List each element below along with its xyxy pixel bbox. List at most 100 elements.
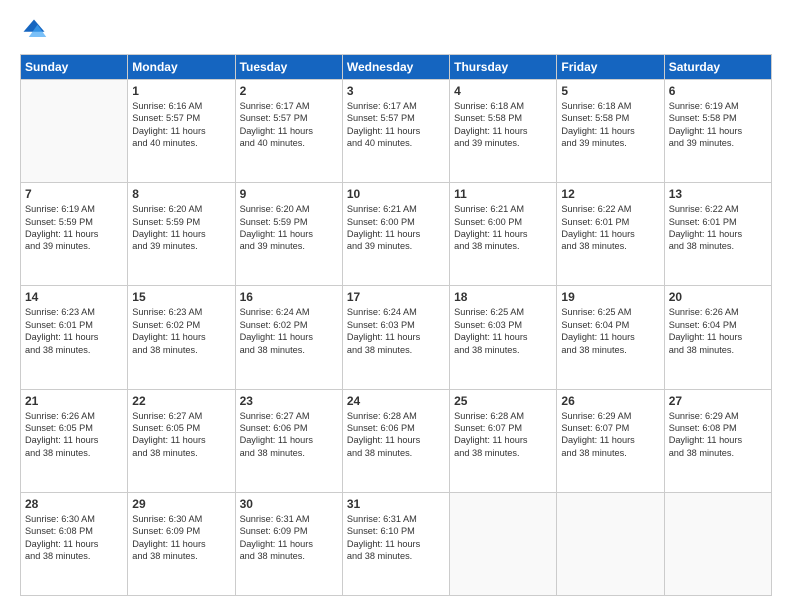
- cell-content: Sunrise: 6:17 AMSunset: 5:57 PMDaylight:…: [240, 100, 338, 150]
- calendar-cell: 6 Sunrise: 6:19 AMSunset: 5:58 PMDaylight…: [664, 80, 771, 183]
- weekday-sunday: Sunday: [21, 55, 128, 80]
- cell-content: Sunrise: 6:18 AMSunset: 5:58 PMDaylight:…: [454, 100, 552, 150]
- cell-content: Sunrise: 6:25 AMSunset: 6:03 PMDaylight:…: [454, 306, 552, 356]
- calendar-cell: 30 Sunrise: 6:31 AMSunset: 6:09 PMDayligh…: [235, 492, 342, 595]
- cell-content: Sunrise: 6:26 AMSunset: 6:05 PMDaylight:…: [25, 410, 123, 460]
- calendar-cell: 12 Sunrise: 6:22 AMSunset: 6:01 PMDayligh…: [557, 183, 664, 286]
- calendar-cell: 25Sunrise: 6:28 AMSunset: 6:07 PMDayligh…: [450, 389, 557, 492]
- cell-content: Sunrise: 6:21 AMSunset: 6:00 PMDaylight:…: [347, 203, 445, 253]
- calendar-cell: [557, 492, 664, 595]
- day-number: 19: [561, 290, 659, 304]
- calendar-table: SundayMondayTuesdayWednesdayThursdayFrid…: [20, 54, 772, 596]
- calendar-cell: 27 Sunrise: 6:29 AMSunset: 6:08 PMDayligh…: [664, 389, 771, 492]
- cell-content: Sunrise: 6:17 AMSunset: 5:57 PMDaylight:…: [347, 100, 445, 150]
- day-number: 10: [347, 187, 445, 201]
- weekday-saturday: Saturday: [664, 55, 771, 80]
- weekday-header-row: SundayMondayTuesdayWednesdayThursdayFrid…: [21, 55, 772, 80]
- cell-content: Sunrise: 6:19 AMSunset: 5:58 PMDaylight:…: [669, 100, 767, 150]
- day-number: 31: [347, 497, 445, 511]
- day-number: 29: [132, 497, 230, 511]
- calendar-week-1: 1 Sunrise: 6:16 AMSunset: 5:57 PMDaylight…: [21, 80, 772, 183]
- calendar-cell: 28 Sunrise: 6:30 AMSunset: 6:08 PMDayligh…: [21, 492, 128, 595]
- calendar-cell: [664, 492, 771, 595]
- calendar-cell: 2Sunrise: 6:17 AMSunset: 5:57 PMDaylight…: [235, 80, 342, 183]
- day-number: 5: [561, 84, 659, 98]
- header: [20, 16, 772, 44]
- calendar-week-2: 7Sunrise: 6:19 AMSunset: 5:59 PMDaylight…: [21, 183, 772, 286]
- weekday-monday: Monday: [128, 55, 235, 80]
- calendar-week-3: 14 Sunrise: 6:23 AMSunset: 6:01 PMDayligh…: [21, 286, 772, 389]
- day-number: 15: [132, 290, 230, 304]
- calendar-cell: 21Sunrise: 6:26 AMSunset: 6:05 PMDayligh…: [21, 389, 128, 492]
- cell-content: Sunrise: 6:20 AMSunset: 5:59 PMDaylight:…: [132, 203, 230, 253]
- day-number: 24: [347, 394, 445, 408]
- cell-content: Sunrise: 6:23 AMSunset: 6:02 PMDaylight:…: [132, 306, 230, 356]
- logo-icon: [20, 16, 48, 44]
- logo: [20, 16, 52, 44]
- day-number: 13: [669, 187, 767, 201]
- calendar-cell: 16 Sunrise: 6:24 AMSunset: 6:02 PMDayligh…: [235, 286, 342, 389]
- calendar-cell: 26 Sunrise: 6:29 AMSunset: 6:07 PMDayligh…: [557, 389, 664, 492]
- calendar-cell: 31 Sunrise: 6:31 AMSunset: 6:10 PMDayligh…: [342, 492, 449, 595]
- day-number: 18: [454, 290, 552, 304]
- cell-content: Sunrise: 6:31 AMSunset: 6:10 PMDaylight:…: [347, 513, 445, 563]
- calendar-cell: 5Sunrise: 6:18 AMSunset: 5:58 PMDaylight…: [557, 80, 664, 183]
- calendar-cell: 8 Sunrise: 6:20 AMSunset: 5:59 PMDaylight…: [128, 183, 235, 286]
- calendar-cell: [450, 492, 557, 595]
- day-number: 4: [454, 84, 552, 98]
- day-number: 12: [561, 187, 659, 201]
- weekday-friday: Friday: [557, 55, 664, 80]
- cell-content: Sunrise: 6:31 AMSunset: 6:09 PMDaylight:…: [240, 513, 338, 563]
- day-number: 17: [347, 290, 445, 304]
- day-number: 9: [240, 187, 338, 201]
- cell-content: Sunrise: 6:24 AMSunset: 6:02 PMDaylight:…: [240, 306, 338, 356]
- calendar-cell: 11Sunrise: 6:21 AMSunset: 6:00 PMDayligh…: [450, 183, 557, 286]
- cell-content: Sunrise: 6:27 AMSunset: 6:06 PMDaylight:…: [240, 410, 338, 460]
- calendar-cell: 14 Sunrise: 6:23 AMSunset: 6:01 PMDayligh…: [21, 286, 128, 389]
- cell-content: Sunrise: 6:22 AMSunset: 6:01 PMDaylight:…: [669, 203, 767, 253]
- calendar-week-5: 28 Sunrise: 6:30 AMSunset: 6:08 PMDayligh…: [21, 492, 772, 595]
- weekday-tuesday: Tuesday: [235, 55, 342, 80]
- day-number: 6: [669, 84, 767, 98]
- cell-content: Sunrise: 6:20 AMSunset: 5:59 PMDaylight:…: [240, 203, 338, 253]
- calendar-cell: 9 Sunrise: 6:20 AMSunset: 5:59 PMDaylight…: [235, 183, 342, 286]
- calendar-cell: 13 Sunrise: 6:22 AMSunset: 6:01 PMDayligh…: [664, 183, 771, 286]
- cell-content: Sunrise: 6:26 AMSunset: 6:04 PMDaylight:…: [669, 306, 767, 356]
- calendar-cell: 17 Sunrise: 6:24 AMSunset: 6:03 PMDayligh…: [342, 286, 449, 389]
- cell-content: Sunrise: 6:28 AMSunset: 6:07 PMDaylight:…: [454, 410, 552, 460]
- cell-content: Sunrise: 6:22 AMSunset: 6:01 PMDaylight:…: [561, 203, 659, 253]
- weekday-thursday: Thursday: [450, 55, 557, 80]
- day-number: 1: [132, 84, 230, 98]
- day-number: 8: [132, 187, 230, 201]
- weekday-wednesday: Wednesday: [342, 55, 449, 80]
- cell-content: Sunrise: 6:30 AMSunset: 6:09 PMDaylight:…: [132, 513, 230, 563]
- calendar-cell: 15 Sunrise: 6:23 AMSunset: 6:02 PMDayligh…: [128, 286, 235, 389]
- cell-content: Sunrise: 6:29 AMSunset: 6:08 PMDaylight:…: [669, 410, 767, 460]
- day-number: 28: [25, 497, 123, 511]
- calendar-cell: 20Sunrise: 6:26 AMSunset: 6:04 PMDayligh…: [664, 286, 771, 389]
- day-number: 14: [25, 290, 123, 304]
- calendar-cell: 22 Sunrise: 6:27 AMSunset: 6:05 PMDayligh…: [128, 389, 235, 492]
- cell-content: Sunrise: 6:23 AMSunset: 6:01 PMDaylight:…: [25, 306, 123, 356]
- day-number: 16: [240, 290, 338, 304]
- day-number: 27: [669, 394, 767, 408]
- day-number: 11: [454, 187, 552, 201]
- day-number: 26: [561, 394, 659, 408]
- day-number: 22: [132, 394, 230, 408]
- day-number: 7: [25, 187, 123, 201]
- cell-content: Sunrise: 6:24 AMSunset: 6:03 PMDaylight:…: [347, 306, 445, 356]
- calendar-cell: 7Sunrise: 6:19 AMSunset: 5:59 PMDaylight…: [21, 183, 128, 286]
- calendar-cell: 18 Sunrise: 6:25 AMSunset: 6:03 PMDayligh…: [450, 286, 557, 389]
- calendar-cell: 3 Sunrise: 6:17 AMSunset: 5:57 PMDaylight…: [342, 80, 449, 183]
- cell-content: Sunrise: 6:28 AMSunset: 6:06 PMDaylight:…: [347, 410, 445, 460]
- cell-content: Sunrise: 6:27 AMSunset: 6:05 PMDaylight:…: [132, 410, 230, 460]
- calendar-cell: 29 Sunrise: 6:30 AMSunset: 6:09 PMDayligh…: [128, 492, 235, 595]
- cell-content: Sunrise: 6:25 AMSunset: 6:04 PMDaylight:…: [561, 306, 659, 356]
- cell-content: Sunrise: 6:29 AMSunset: 6:07 PMDaylight:…: [561, 410, 659, 460]
- cell-content: Sunrise: 6:30 AMSunset: 6:08 PMDaylight:…: [25, 513, 123, 563]
- calendar-cell: 24 Sunrise: 6:28 AMSunset: 6:06 PMDayligh…: [342, 389, 449, 492]
- day-number: 3: [347, 84, 445, 98]
- calendar-cell: 10 Sunrise: 6:21 AMSunset: 6:00 PMDayligh…: [342, 183, 449, 286]
- cell-content: Sunrise: 6:16 AMSunset: 5:57 PMDaylight:…: [132, 100, 230, 150]
- day-number: 30: [240, 497, 338, 511]
